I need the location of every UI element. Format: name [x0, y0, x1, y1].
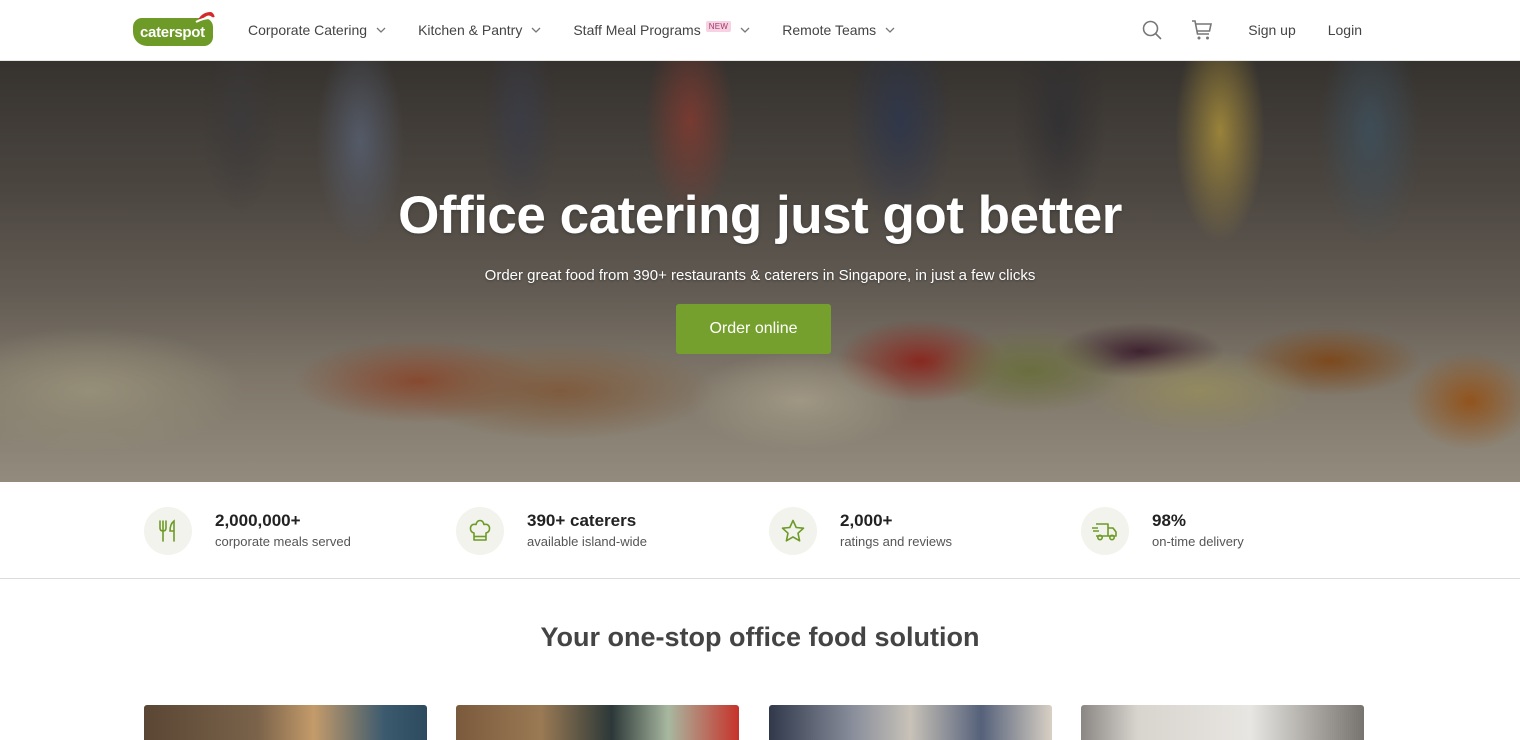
nav-label: Kitchen & Pantry: [418, 22, 523, 38]
signup-link[interactable]: Sign up: [1248, 22, 1295, 38]
order-online-button[interactable]: Order online: [676, 304, 831, 354]
stat-value: 98%: [1152, 511, 1187, 530]
santa-hat-icon: [195, 12, 217, 23]
stat-caterers: 390+ caterers available island-wide: [456, 506, 647, 556]
nav-label: Remote Teams: [782, 22, 877, 38]
site-header: caterspot Corporate Catering Kitchen & P…: [0, 0, 1520, 61]
stat-label: ratings and reviews: [840, 534, 952, 549]
nav-label: Corporate Catering: [248, 22, 368, 38]
stat-label: corporate meals served: [215, 534, 351, 549]
nav-label: Staff Meal Programs: [573, 22, 701, 38]
stat-value: 2,000+: [840, 511, 893, 530]
search-icon[interactable]: [1140, 18, 1164, 42]
stat-value: 390+ caterers: [527, 511, 637, 530]
chevron-down-icon: [740, 27, 750, 33]
chef-hat-icon: [456, 507, 504, 555]
stat-label: available island-wide: [527, 534, 647, 549]
logo-text: caterspot: [140, 24, 205, 41]
solution-card-image[interactable]: [456, 705, 739, 740]
solution-card-image[interactable]: [1081, 705, 1364, 740]
delivery-truck-icon: [1081, 507, 1129, 555]
hero-subtitle: Order great food from 390+ restaurants &…: [484, 267, 1036, 284]
stats-bar: 2,000,000+ corporate meals served 390+ c…: [0, 482, 1520, 579]
solution-card-image[interactable]: [769, 705, 1052, 740]
cart-icon[interactable]: [1190, 18, 1214, 42]
chevron-down-icon: [885, 27, 895, 33]
header-actions: Sign up Login: [1140, 0, 1362, 60]
stat-label: on-time delivery: [1152, 534, 1244, 549]
chevron-down-icon: [376, 27, 386, 33]
solution-card-image[interactable]: [144, 705, 427, 740]
nav-staff-meal-programs[interactable]: Staff Meal Programs NEW: [573, 20, 750, 38]
chevron-down-icon: [531, 27, 541, 33]
cutlery-icon: [144, 507, 192, 555]
stat-meals: 2,000,000+ corporate meals served: [144, 506, 351, 556]
nav-corporate-catering[interactable]: Corporate Catering: [248, 22, 386, 38]
main-nav: Corporate Catering Kitchen & Pantry Staf…: [248, 0, 927, 60]
stat-reviews: 2,000+ ratings and reviews: [769, 506, 952, 556]
nav-remote-teams[interactable]: Remote Teams: [782, 22, 895, 38]
stat-delivery: 98% on-time delivery: [1081, 506, 1244, 556]
hero-title: Office catering just got better: [398, 186, 1122, 245]
login-link[interactable]: Login: [1328, 22, 1362, 38]
section-title: Your one-stop office food solution: [540, 622, 980, 652]
hero-banner: Office catering just got better Order gr…: [0, 61, 1520, 482]
new-badge: NEW: [705, 20, 732, 32]
star-icon: [769, 507, 817, 555]
nav-kitchen-pantry[interactable]: Kitchen & Pantry: [418, 22, 541, 38]
caterspot-logo[interactable]: caterspot: [133, 12, 217, 46]
stat-value: 2,000,000+: [215, 511, 301, 530]
